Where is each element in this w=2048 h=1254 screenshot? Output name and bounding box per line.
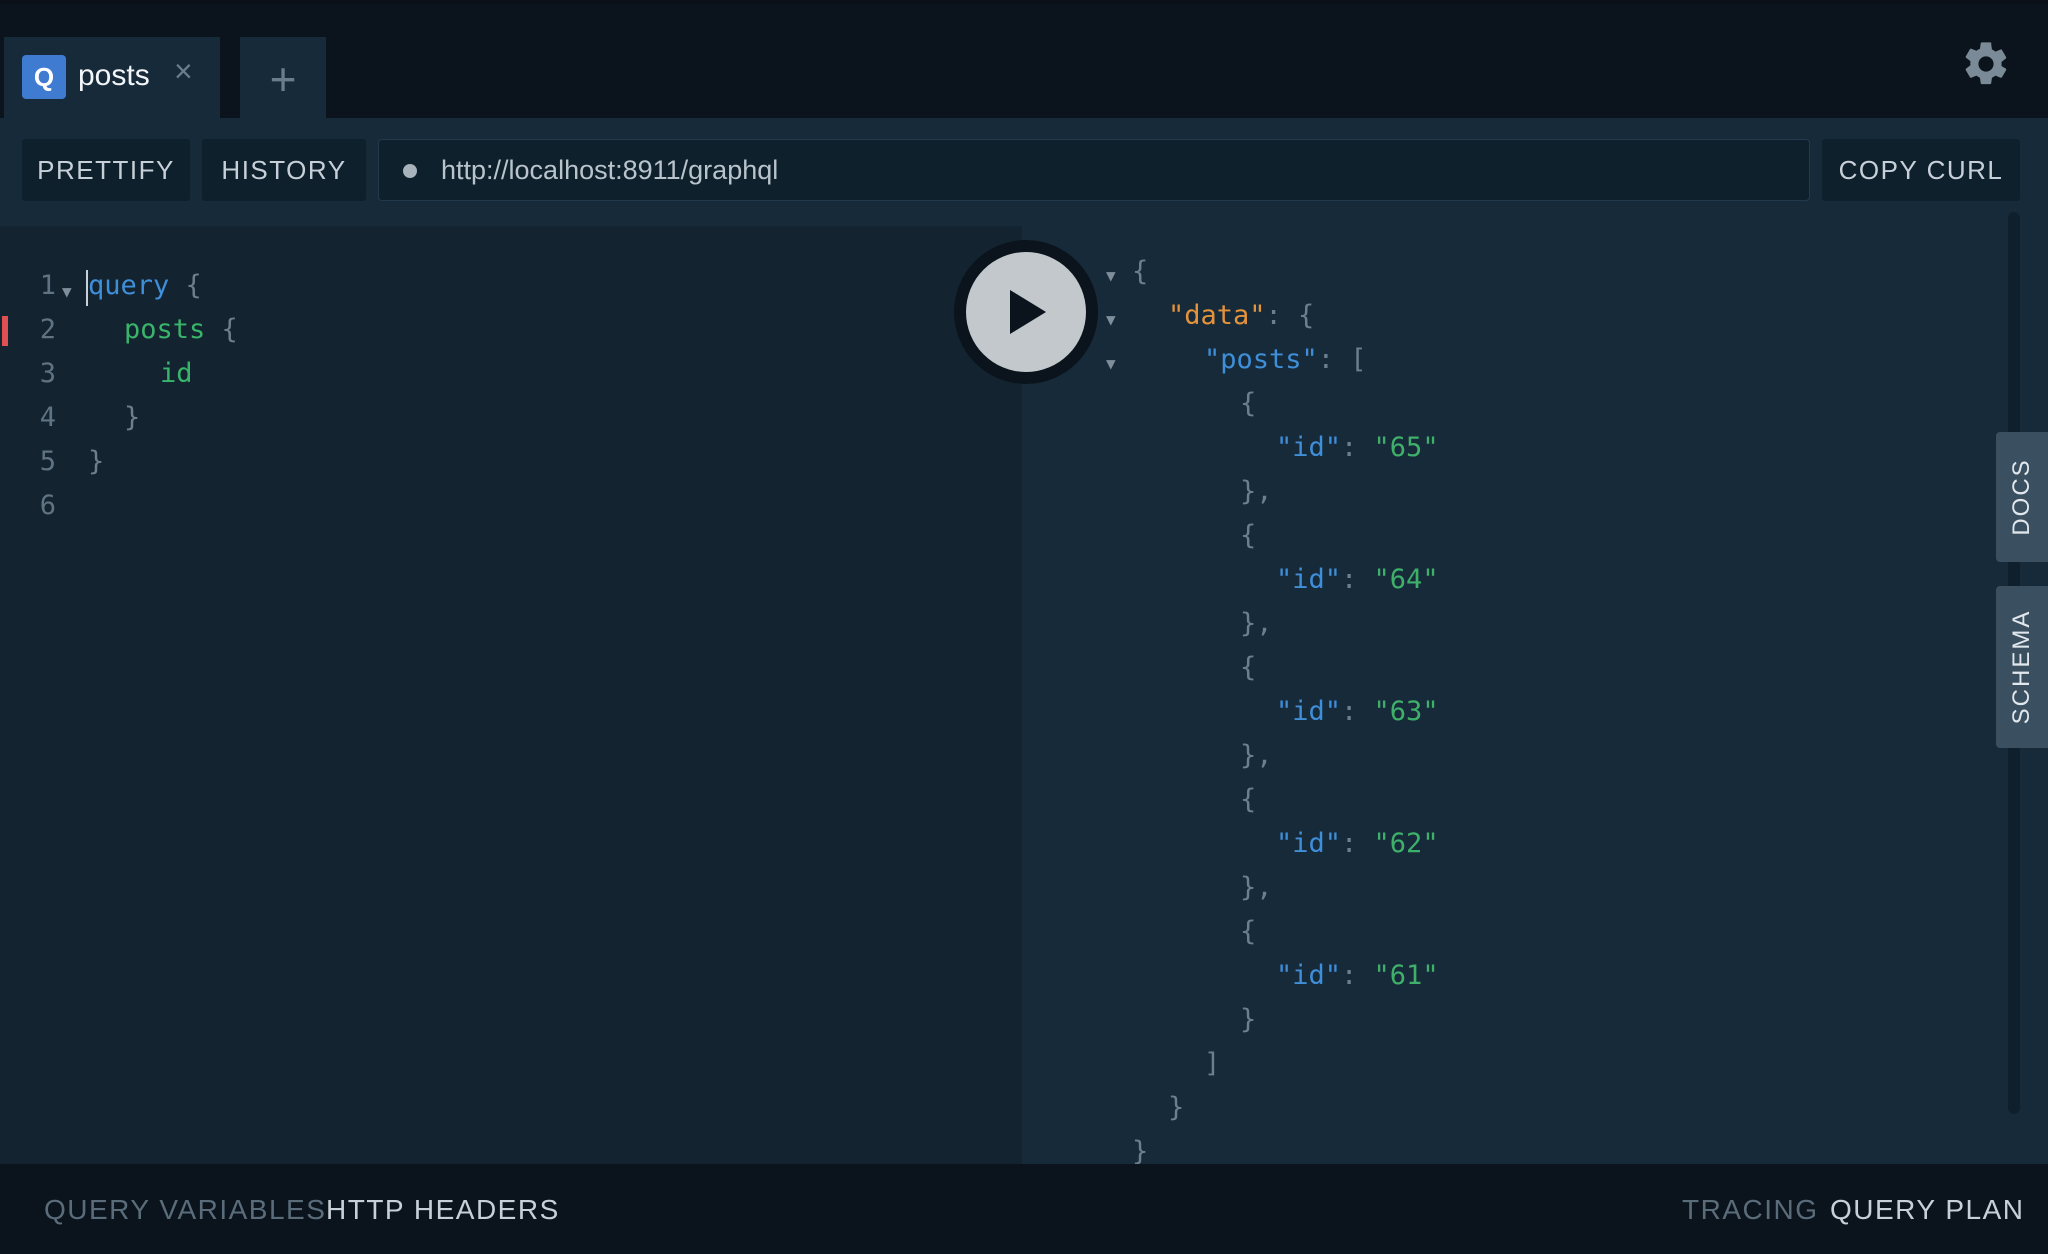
- json-key-id: "id": [1276, 960, 1342, 991]
- tab-posts[interactable]: Q posts ×: [4, 37, 220, 121]
- json-key-id: "id": [1276, 696, 1342, 727]
- json-value: "65": [1373, 432, 1439, 463]
- json-line: "id": "62": [1276, 828, 1439, 859]
- json-key-posts: "posts": [1204, 344, 1318, 375]
- json-value: "64": [1373, 564, 1439, 595]
- triangle-down-icon[interactable]: ▼: [1106, 266, 1116, 285]
- field-posts: posts: [124, 314, 206, 345]
- line-number: 4: [39, 402, 56, 433]
- punctuation: {: [169, 270, 202, 301]
- triangle-down-icon[interactable]: ▼: [62, 282, 72, 301]
- json-line: "data": {: [1168, 300, 1314, 331]
- line-number: 5: [39, 446, 56, 477]
- line-number: 3: [39, 358, 56, 389]
- add-tab-button[interactable]: +: [240, 37, 326, 121]
- code-line-4: }: [124, 402, 140, 433]
- triangle-down-icon[interactable]: ▼: [1106, 310, 1116, 329]
- line-number: 2: [39, 314, 56, 345]
- close-icon[interactable]: ×: [174, 53, 193, 90]
- json-line: "id": "64": [1276, 564, 1439, 595]
- code-line-1: query {: [88, 270, 202, 301]
- prettify-button[interactable]: PRETTIFY: [22, 139, 190, 201]
- gear-icon[interactable]: [1960, 38, 2012, 90]
- punctuation: }: [88, 446, 105, 477]
- endpoint-url-text: http://localhost:8911/graphql: [441, 155, 779, 185]
- json-line: },: [1240, 872, 1273, 903]
- tab-title: posts: [78, 59, 150, 92]
- http-headers-tab[interactable]: HTTP HEADERS: [326, 1194, 560, 1226]
- line-number: 1: [39, 270, 56, 301]
- json-line: "posts": [: [1204, 344, 1367, 375]
- punctuation: {: [205, 314, 238, 345]
- json-line: {: [1240, 652, 1257, 683]
- punctuation: : [: [1317, 344, 1367, 375]
- query-editor[interactable]: [0, 226, 1022, 1164]
- punctuation: :: [1341, 564, 1374, 595]
- copy-curl-button[interactable]: COPY CURL: [1822, 139, 2020, 201]
- bottom-bar: QUERY VARIABLES HTTP HEADERS TRACING QUE…: [0, 1164, 2048, 1254]
- result-pane: [1022, 226, 2048, 1164]
- json-line: "id": "63": [1276, 696, 1439, 727]
- code-line-2: posts {: [124, 314, 238, 345]
- json-line: },: [1240, 608, 1273, 639]
- play-icon: [1010, 290, 1046, 334]
- code-line-5: }: [88, 446, 104, 477]
- json-line: {: [1240, 388, 1257, 419]
- line-number: 6: [39, 490, 56, 521]
- punctuation: :: [1341, 828, 1374, 859]
- query-plan-tab[interactable]: QUERY PLAN: [1830, 1194, 2024, 1226]
- status-dot-icon: [403, 164, 417, 178]
- json-line: }: [1132, 1136, 1149, 1164]
- query-badge: Q: [22, 55, 66, 99]
- json-value: "62": [1373, 828, 1439, 859]
- punctuation: :: [1341, 432, 1374, 463]
- history-button[interactable]: HISTORY: [202, 139, 366, 201]
- json-line: ]: [1204, 1048, 1221, 1079]
- punctuation: :: [1341, 696, 1374, 727]
- punctuation: : {: [1265, 300, 1315, 331]
- schema-tab[interactable]: SCHEMA: [1996, 586, 2048, 748]
- docs-tab[interactable]: DOCS: [1996, 432, 2048, 562]
- triangle-down-icon[interactable]: ▼: [1106, 354, 1116, 373]
- json-line: }: [1168, 1092, 1185, 1123]
- punctuation: }: [124, 402, 141, 433]
- code-line-3: id: [160, 358, 193, 389]
- json-key-data: "data": [1168, 300, 1266, 331]
- json-line: "id": "65": [1276, 432, 1439, 463]
- json-line: }: [1240, 1004, 1257, 1035]
- toolbar: PRETTIFY HISTORY http://localhost:8911/g…: [0, 118, 2048, 226]
- json-key-id: "id": [1276, 432, 1342, 463]
- json-value: "61": [1373, 960, 1439, 991]
- keyword-query: query: [88, 270, 170, 301]
- json-line: {: [1240, 520, 1257, 551]
- field-id: id: [160, 358, 193, 389]
- tracing-tab[interactable]: TRACING: [1682, 1194, 1819, 1226]
- json-line: },: [1240, 476, 1273, 507]
- json-value: "63": [1373, 696, 1439, 727]
- json-line: {: [1132, 256, 1149, 287]
- run-query-button[interactable]: [954, 240, 1098, 384]
- json-line: {: [1240, 916, 1257, 947]
- json-key-id: "id": [1276, 564, 1342, 595]
- punctuation: :: [1341, 960, 1374, 991]
- endpoint-url-input[interactable]: http://localhost:8911/graphql: [378, 139, 1810, 201]
- json-line: "id": "61": [1276, 960, 1439, 991]
- json-line: },: [1240, 740, 1273, 771]
- schema-tab-label: SCHEMA: [2008, 609, 2035, 725]
- docs-tab-label: DOCS: [2008, 458, 2035, 536]
- tab-bar: Q posts × +: [0, 4, 2048, 121]
- run-button-face: [966, 252, 1086, 372]
- json-line: {: [1240, 784, 1257, 815]
- json-key-id: "id": [1276, 828, 1342, 859]
- query-variables-tab[interactable]: QUERY VARIABLES: [44, 1194, 326, 1226]
- error-marker: [2, 316, 8, 346]
